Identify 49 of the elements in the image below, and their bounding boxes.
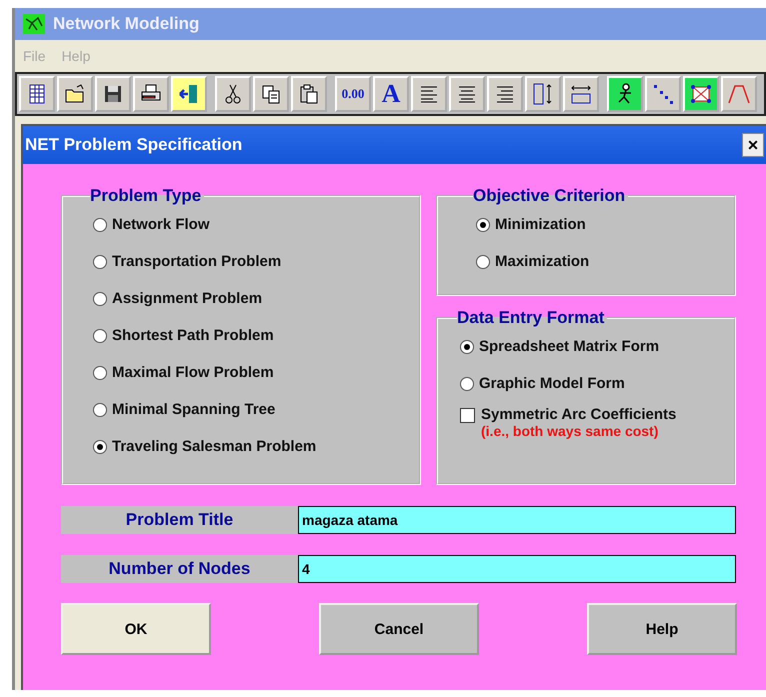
align-left-button[interactable] [411, 76, 447, 112]
trapezoid-button[interactable] [721, 76, 757, 112]
checkbox[interactable] [460, 408, 475, 423]
radio-option[interactable]: Spreadsheet Matrix Form [460, 328, 724, 365]
radio-option[interactable]: Traveling Salesman Problem [93, 428, 409, 465]
align-right-button[interactable] [487, 76, 523, 112]
radio-option[interactable]: Maximal Flow Problem [93, 354, 409, 391]
column-width-button[interactable] [563, 76, 599, 112]
radio-option[interactable]: Transportation Problem [93, 243, 409, 280]
radio-option[interactable]: Network Flow [93, 206, 409, 243]
align-center-button[interactable] [449, 76, 485, 112]
field-label: Number of Nodes [61, 555, 298, 583]
input-field[interactable]: 4 [298, 555, 736, 583]
exit-button[interactable] [171, 76, 207, 112]
dialog-button[interactable]: OK [61, 603, 211, 655]
paste-button[interactable] [291, 76, 327, 112]
number-format-button[interactable]: 0.00 [335, 76, 371, 112]
window-title: Network Modeling [53, 14, 200, 34]
dialog-button[interactable]: Help [587, 603, 737, 655]
grid-button[interactable] [19, 76, 55, 112]
copy-button[interactable] [253, 76, 289, 112]
group-title: Data Entry Format [457, 308, 606, 328]
font-button[interactable]: A [373, 76, 409, 112]
runner-button[interactable] [607, 76, 643, 112]
checkbox-note: (i.e., both ways same cost) [481, 423, 658, 439]
printer-button[interactable] [133, 76, 169, 112]
radio-option[interactable]: Minimization [476, 206, 724, 243]
group-title: Objective Criterion [473, 186, 626, 206]
folder-button[interactable] [57, 76, 93, 112]
dots-button[interactable] [645, 76, 681, 112]
radio-option[interactable]: Maximization [476, 243, 724, 280]
checkbox-label[interactable]: Symmetric Arc Coefficients [481, 406, 676, 423]
close-button[interactable]: × [742, 133, 764, 157]
radio-option[interactable]: Assignment Problem [93, 280, 409, 317]
network-icon [23, 14, 45, 34]
row-height-button[interactable] [525, 76, 561, 112]
network-icon [689, 82, 713, 106]
disk-button[interactable] [95, 76, 131, 112]
dialog-title: NET Problem Specification [24, 135, 242, 155]
dots-icon [651, 82, 675, 106]
network-button[interactable] [683, 76, 719, 112]
scissors-button[interactable] [215, 76, 251, 112]
group-title: Problem Type [90, 186, 202, 206]
input-field[interactable]: magaza atama [298, 506, 736, 534]
radio-option[interactable]: Minimal Spanning Tree [93, 391, 409, 428]
radio-option[interactable]: Graphic Model Form [460, 365, 724, 402]
radio-option[interactable]: Shortest Path Problem [93, 317, 409, 354]
field-label: Problem Title [61, 506, 298, 534]
dialog-button[interactable]: Cancel [319, 603, 479, 655]
